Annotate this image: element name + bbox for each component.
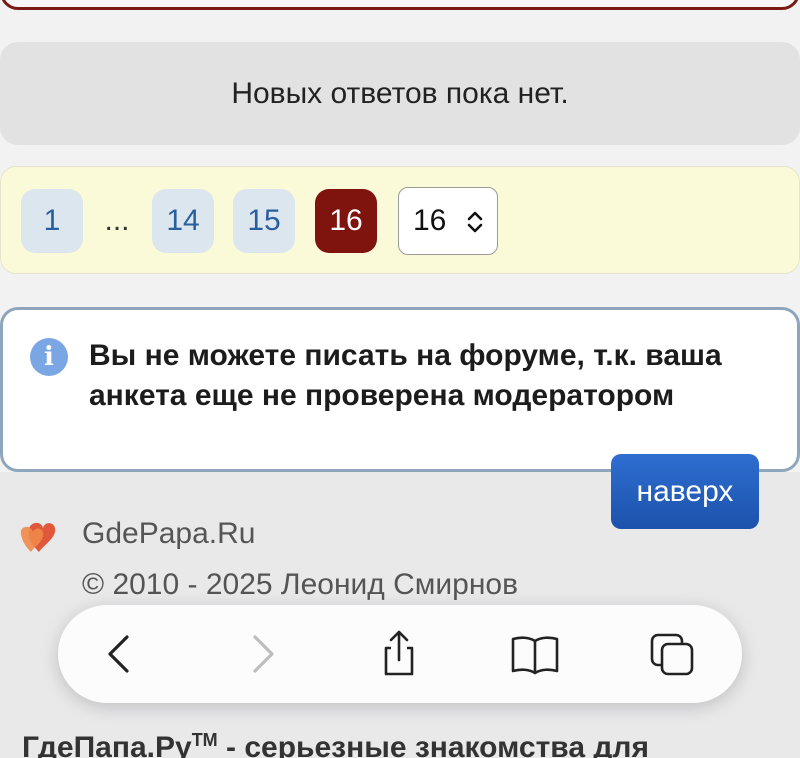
forward-icon[interactable] (236, 629, 286, 679)
share-icon[interactable] (374, 629, 424, 679)
page-current-16: 16 (315, 189, 377, 253)
cannot-post-notice: i Вы не можете писать на форуме, т.к. ва… (0, 307, 800, 472)
tabs-icon[interactable] (648, 629, 698, 679)
page-link-1[interactable]: 1 (21, 189, 83, 253)
back-icon[interactable] (96, 629, 146, 679)
previous-post-card (0, 0, 800, 10)
hearts-logo-icon (20, 522, 56, 552)
tagline-name: ГдеПапа.Ру (22, 731, 192, 758)
page-link-15[interactable]: 15 (233, 189, 295, 253)
page-link-14[interactable]: 14 (152, 189, 214, 253)
back-to-top-button[interactable]: наверх (611, 454, 759, 529)
page-select[interactable]: 16 (398, 187, 498, 255)
footer-tagline: ГдеПапа.РуTM - серьезные знакомства для (22, 730, 649, 758)
footer-brand[interactable]: GdePapa.Ru (82, 517, 255, 551)
tagline-tm: TM (191, 730, 218, 750)
footer-copyright: © 2010 - 2025 Леонид Смирнов (82, 568, 519, 601)
no-replies-message: Новых ответов пока нет. (0, 42, 800, 145)
notice-text: Вы не можете писать на форуме, т.к. ваша… (89, 339, 722, 412)
chevron-updown-icon (467, 211, 483, 233)
bookmarks-icon[interactable] (510, 629, 560, 679)
info-icon: i (30, 338, 68, 376)
page-ellipsis: ... (104, 204, 130, 237)
browser-toolbar (58, 605, 742, 703)
page-select-value: 16 (413, 204, 447, 237)
pagination: 1 ... 14 15 16 16 (0, 166, 800, 274)
tagline-rest: - серьезные знакомства для (217, 731, 649, 758)
